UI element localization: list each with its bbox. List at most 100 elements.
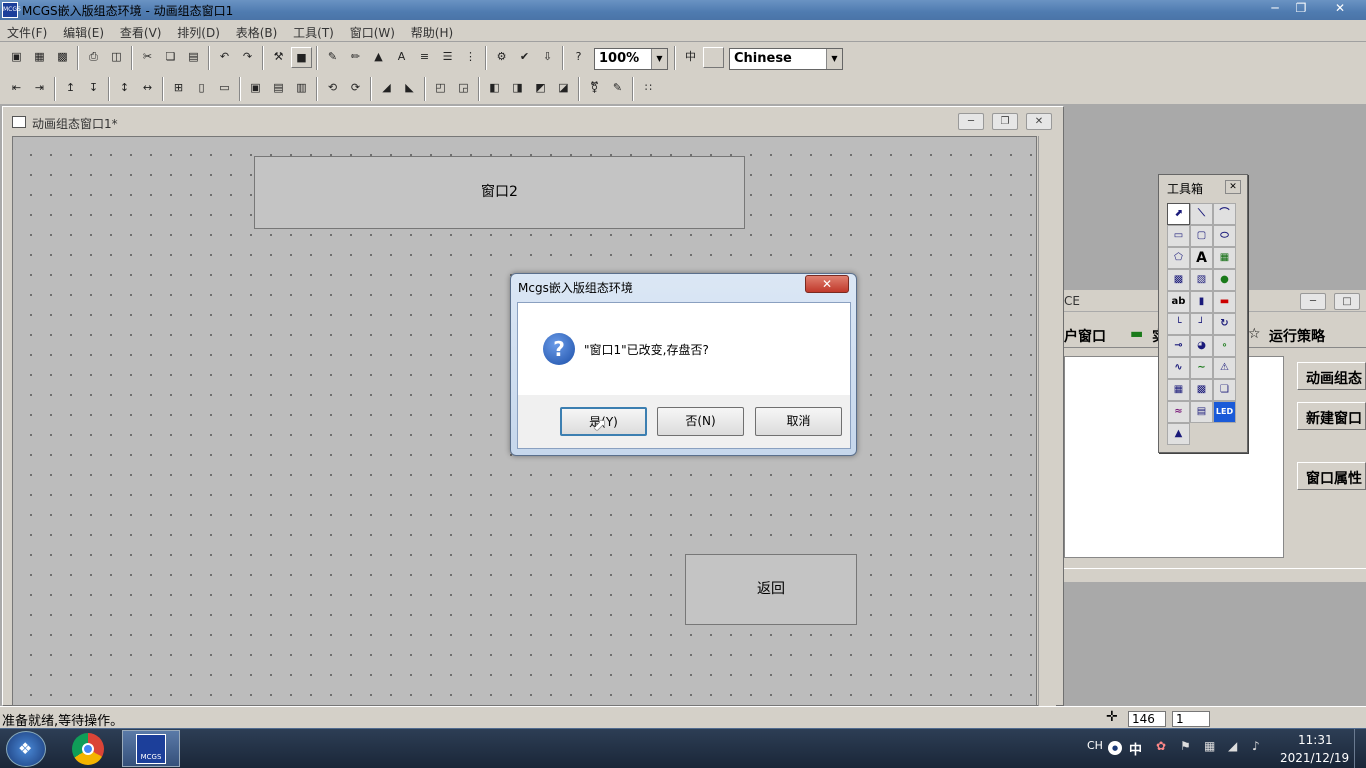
image-icon[interactable]: ▦ <box>1213 247 1236 269</box>
window-properties-button[interactable]: 窗口属性 <box>1297 462 1366 490</box>
no-button[interactable]: 否(N) <box>657 407 744 436</box>
new-window-button[interactable]: 新建窗口 <box>1297 402 1366 430</box>
ime-label[interactable]: CH <box>1087 739 1103 752</box>
ime-mode[interactable]: 中 <box>1129 739 1142 758</box>
show-desktop-button[interactable] <box>1354 729 1366 768</box>
rectangle-icon[interactable]: ▭ <box>1167 225 1190 247</box>
report-icon[interactable]: ▤ <box>1190 401 1213 423</box>
center-icon[interactable]: ⊞ <box>168 78 189 99</box>
paste-icon[interactable]: ▤ <box>183 47 204 68</box>
language-icon[interactable]: 中 <box>680 47 701 68</box>
curve-icon[interactable]: ≈ <box>1167 401 1190 423</box>
history-trend-icon[interactable]: ∼ <box>1190 357 1213 379</box>
layers-icon[interactable]: ❏ <box>1213 379 1236 401</box>
print-preview-icon[interactable]: ◫ <box>106 47 127 68</box>
close-icon[interactable]: ✕ <box>1026 113 1052 130</box>
line-style-icon[interactable]: ≡ <box>414 47 435 68</box>
return-button[interactable]: 返回 <box>685 554 857 625</box>
properties-icon[interactable]: ⚙ <box>491 47 512 68</box>
same-size-icon[interactable]: ▣ <box>245 78 266 99</box>
vertical-scrollbar[interactable] <box>1038 136 1056 706</box>
close-icon[interactable]: ✕ <box>1326 0 1354 18</box>
eraser-icon[interactable]: ▬ <box>1213 291 1236 313</box>
edit-shape-icon[interactable]: ✎ <box>322 47 343 68</box>
indicator-icon[interactable]: ∘ <box>1213 335 1236 357</box>
trend-icon[interactable]: ∿ <box>1167 357 1190 379</box>
tab-user-window[interactable]: 户窗口 <box>1064 326 1106 346</box>
minimize-icon[interactable]: ─ <box>1262 0 1288 18</box>
ime-icon[interactable]: ● <box>1108 741 1122 755</box>
device-tray-icon[interactable]: ▦ <box>1204 739 1215 753</box>
minimize-icon[interactable]: ─ <box>1300 293 1326 310</box>
same-height-icon[interactable]: ▯ <box>191 78 212 99</box>
device-icon[interactable]: ▧ <box>1190 269 1213 291</box>
flip-v-icon[interactable]: ◣ <box>399 78 420 99</box>
font-icon[interactable]: A <box>391 47 412 68</box>
cut-icon[interactable]: ✂ <box>137 47 158 68</box>
redo-icon[interactable]: ↷ <box>237 47 258 68</box>
minimize-icon[interactable]: ─ <box>958 113 984 130</box>
mcgs-taskbar-button[interactable]: MCGS <box>136 734 166 764</box>
menu-view[interactable]: 查看(V) <box>113 20 167 41</box>
pointer-icon[interactable]: ⬈ <box>1167 203 1190 225</box>
ellipse-icon[interactable]: ⬭ <box>1213 225 1236 247</box>
color-icon[interactable]: ▲ <box>368 47 389 68</box>
rounded-rect-icon[interactable]: ▢ <box>1190 225 1213 247</box>
switch-icon[interactable]: ⊸ <box>1167 335 1190 357</box>
flip-h-icon[interactable]: ◢ <box>376 78 397 99</box>
menu-file[interactable]: 文件(F) <box>0 20 52 41</box>
arc-icon[interactable]: ⌒ <box>1213 203 1236 225</box>
window2-button[interactable]: 窗口2 <box>254 156 745 229</box>
animation-config-button[interactable]: 动画组态 <box>1297 362 1366 390</box>
menu-help[interactable]: 帮助(H) <box>404 20 458 41</box>
menu-edit[interactable]: 编辑(E) <box>56 20 109 41</box>
align-top-icon[interactable]: ↥ <box>60 78 81 99</box>
align-hcenter-icon[interactable]: ↔ <box>137 78 158 99</box>
open-icon[interactable]: ▦ <box>29 47 50 68</box>
align-left-icon[interactable]: ⇤ <box>6 78 27 99</box>
rotate-right-icon[interactable]: ⟳ <box>345 78 366 99</box>
gauge-icon[interactable]: ◕ <box>1190 335 1213 357</box>
flower-icon[interactable]: ✿ <box>1156 739 1166 753</box>
bitmap-icon[interactable]: ▩ <box>1167 269 1190 291</box>
tab-run-strategy[interactable]: 运行策略 <box>1269 326 1325 346</box>
menu-tools[interactable]: 工具(T) <box>286 20 339 41</box>
subwindow-icon[interactable]: ▲ <box>1167 423 1190 445</box>
restore-icon[interactable]: ❐ <box>1288 0 1314 18</box>
bring-forward-icon[interactable]: ◩ <box>530 78 551 99</box>
custom-table-icon[interactable]: ▩ <box>1190 379 1213 401</box>
polygon-icon[interactable]: ⬠ <box>1167 247 1190 269</box>
table-icon[interactable]: ▦ <box>1167 379 1190 401</box>
alarm-icon[interactable]: ⚠ <box>1213 357 1236 379</box>
grid-icon[interactable]: ⋮ <box>460 47 481 68</box>
slider-icon[interactable]: ▮ <box>1190 291 1213 313</box>
group-icon[interactable]: ◰ <box>430 78 451 99</box>
maximize-icon[interactable]: □ <box>1334 293 1360 310</box>
line-width-icon[interactable]: ☰ <box>437 47 458 68</box>
copy-icon[interactable]: ❏ <box>160 47 181 68</box>
space-v-icon[interactable]: ▤ <box>268 78 289 99</box>
check-icon[interactable]: ✔ <box>514 47 535 68</box>
led-icon[interactable]: LED <box>1213 401 1236 423</box>
volume-icon[interactable]: ♪ <box>1252 739 1260 753</box>
rotate-icon[interactable]: ↻ <box>1213 313 1236 335</box>
corner-icon[interactable]: └ <box>1167 313 1190 335</box>
menu-arrange[interactable]: 排列(D) <box>170 20 225 41</box>
input-box-icon[interactable]: ab <box>1167 291 1190 313</box>
chrome-icon[interactable] <box>72 733 104 765</box>
text-tool-icon[interactable]: A <box>1190 247 1213 269</box>
new-window-icon[interactable]: ▣ <box>6 47 27 68</box>
send-back-icon[interactable]: ◨ <box>507 78 528 99</box>
step-icon[interactable]: ┘ <box>1190 313 1213 335</box>
help-pointer-icon[interactable]: ? <box>568 47 589 68</box>
save-icon[interactable]: ▩ <box>52 47 73 68</box>
align-vcenter-icon[interactable]: ↕ <box>114 78 135 99</box>
undo-icon[interactable]: ↶ <box>214 47 235 68</box>
download-icon[interactable]: ⇩ <box>537 47 558 68</box>
line-icon[interactable]: ⟍ <box>1190 203 1213 225</box>
bring-front-icon[interactable]: ◧ <box>484 78 505 99</box>
tools-icon[interactable]: ⚒ <box>268 47 289 68</box>
lock-icon[interactable]: ⚧ <box>584 78 605 99</box>
format-icon[interactable]: ✏ <box>345 47 366 68</box>
network-icon[interactable]: ◢ <box>1228 739 1237 753</box>
